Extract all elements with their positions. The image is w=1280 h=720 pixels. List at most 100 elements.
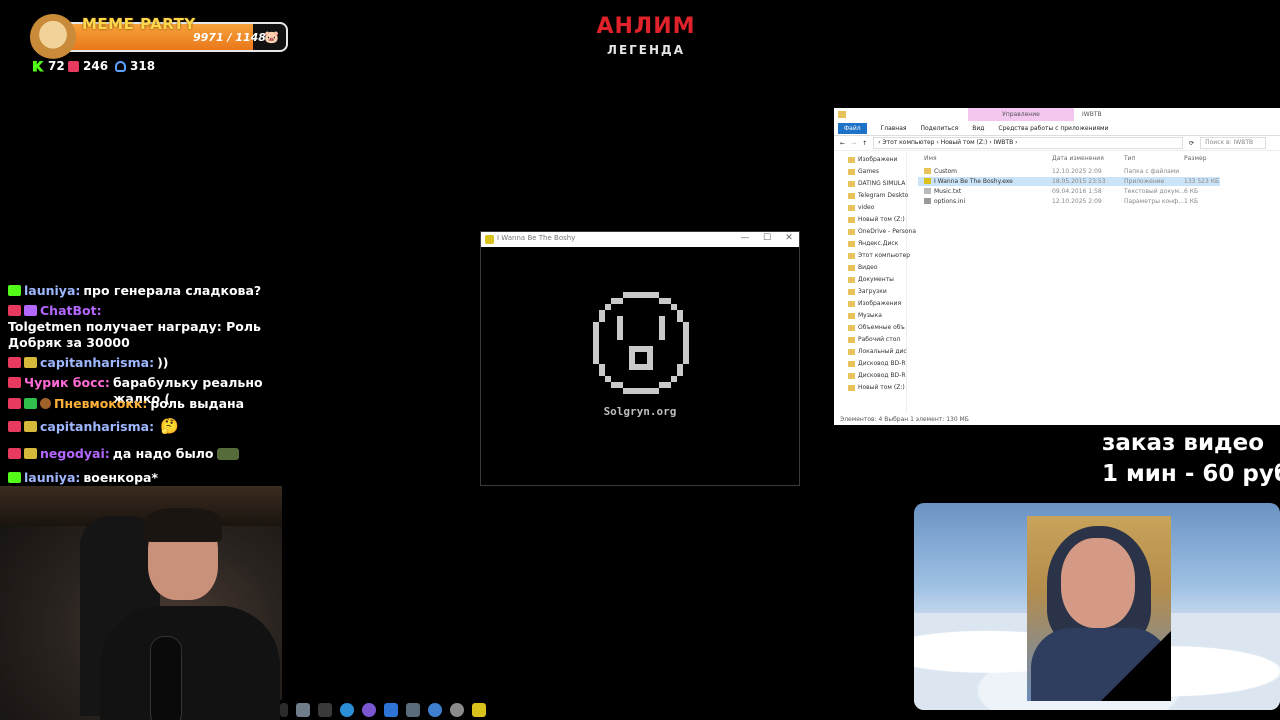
- emote-badge-icon: [24, 357, 37, 368]
- breadcrumb[interactable]: › Этот компьютер › Новый том (Z:) › IWBT…: [873, 137, 1184, 149]
- taskbar-app-icon[interactable]: [318, 703, 332, 717]
- nav-folder-icon: [848, 288, 855, 295]
- nav-item[interactable]: Telegram Deskto: [848, 192, 908, 199]
- manage-tab[interactable]: Управление: [968, 108, 1074, 121]
- nav-folder-icon: [848, 360, 855, 367]
- file-row[interactable]: Music.txt 09.04.2016 1:58 Текстовый докум.…: [918, 187, 1220, 196]
- nav-item[interactable]: Видео: [848, 264, 878, 271]
- column-type[interactable]: Тип: [1124, 155, 1136, 162]
- nav-item[interactable]: Дисковод BD-R: [848, 372, 906, 379]
- chat-username: negodyai:: [40, 446, 110, 461]
- meme-party-value: 9971 / 11488: [193, 31, 274, 44]
- portrait-photo: [1027, 516, 1171, 701]
- nav-item[interactable]: DATING SIMULA: [848, 180, 905, 187]
- chat-username: launiya:: [24, 470, 81, 485]
- nav-item[interactable]: Изображения: [848, 300, 901, 307]
- nav-item[interactable]: Загрузки: [848, 288, 887, 295]
- taskbar-browser-icon[interactable]: [428, 703, 442, 717]
- navigation-pane: Изображени Games DATING SIMULA Telegram Des…: [834, 152, 916, 413]
- taskbar-app2-icon[interactable]: [384, 703, 398, 717]
- ribbon-tab-file[interactable]: Файл: [838, 122, 867, 134]
- game-window[interactable]: I Wanna Be The Boshy — ☐ ✕ Solgryn.org: [480, 231, 800, 486]
- ribbon-tab-app-tools[interactable]: Средства работы с приложениями: [998, 125, 1108, 132]
- file-row[interactable]: options.ini 12.10.2025 2:09 Параметры конф…: [918, 197, 1220, 206]
- folder-icon: [838, 111, 846, 118]
- game-window-title: I Wanna Be The Boshy: [497, 234, 576, 242]
- refresh-icon[interactable]: ⟳: [1189, 140, 1194, 147]
- up-arrow-icon[interactable]: ↑: [862, 140, 867, 147]
- forward-arrow-icon[interactable]: →: [851, 140, 856, 147]
- ribbon-tab-view[interactable]: Вид: [972, 125, 984, 132]
- file-size: 1 КБ: [1184, 198, 1199, 205]
- nav-item[interactable]: Games: [848, 168, 879, 175]
- nav-item[interactable]: Яндекс.Диск: [848, 240, 898, 247]
- column-name[interactable]: Имя: [924, 155, 937, 162]
- chat-username: capitanharisma:: [40, 419, 155, 434]
- live-badge-icon: [8, 377, 21, 388]
- chat-text: да надо было: [112, 446, 214, 461]
- file-name: Music.txt: [934, 188, 962, 195]
- nav-item[interactable]: Новый том (Z:): [848, 384, 905, 391]
- kick-icon: [33, 60, 44, 72]
- taskbar-discord-icon[interactable]: [362, 703, 376, 717]
- column-size[interactable]: Размер: [1184, 155, 1207, 162]
- ribbon-tab-home[interactable]: Главная: [881, 125, 907, 132]
- search-input[interactable]: Поиск в: IWBTB: [1200, 137, 1267, 149]
- nav-folder-icon: [848, 372, 855, 379]
- nav-item-label: Этот компьютер: [858, 252, 911, 259]
- file-type: Приложение: [1124, 178, 1165, 185]
- live-badge-icon: [8, 421, 21, 432]
- chat-message: launiya: военкора*: [8, 470, 158, 486]
- file-type: Параметры конф...: [1124, 198, 1184, 205]
- taskbar-telegram-icon[interactable]: [340, 703, 354, 717]
- nav-item[interactable]: Рабочий стол: [848, 336, 900, 343]
- nav-item[interactable]: Объемные объ: [848, 324, 905, 331]
- chat-message: Tolgetmen получает награду: Роль Добряк …: [8, 319, 278, 351]
- maximize-button[interactable]: ☐: [759, 233, 775, 243]
- ribbon-tab-share[interactable]: Поделиться: [921, 125, 959, 132]
- close-button[interactable]: ✕: [781, 233, 797, 243]
- chat-text: )): [157, 355, 169, 370]
- game-caption: Solgryn.org: [603, 405, 677, 418]
- nav-item-label: Telegram Deskto: [858, 192, 909, 199]
- doge-icon: [30, 14, 76, 60]
- streamer-webcam: [0, 486, 282, 720]
- taskbar-boshy-icon[interactable]: [472, 703, 486, 717]
- kick-viewer-count: 72: [33, 59, 65, 73]
- explorer-address-row: ← → ↑ › Этот компьютер › Новый том (Z:) …: [834, 136, 1280, 151]
- video-order-ad-line1: заказ видео: [1102, 430, 1265, 456]
- nav-item[interactable]: video: [848, 204, 874, 211]
- file-row[interactable]: I Wanna Be The Boshy.exe 18.05.2015 23:53…: [918, 177, 1220, 186]
- game-titlebar[interactable]: I Wanna Be The Boshy — ☐ ✕: [481, 232, 799, 247]
- explorer-titlebar[interactable]: Управление IWBTB: [834, 108, 1280, 121]
- nav-item-label: Объемные объ: [858, 324, 905, 331]
- file-explorer-window[interactable]: Управление IWBTB Файл Главная Поделиться…: [834, 108, 1280, 425]
- taskbar-app4-icon[interactable]: [450, 703, 464, 717]
- nav-item-label: Локальный дис: [858, 348, 907, 355]
- video-order-ad-line2: 1 мин - 60 руб: [1102, 461, 1280, 487]
- nav-item[interactable]: Локальный дис: [848, 348, 907, 355]
- minimize-button[interactable]: —: [737, 233, 753, 243]
- taskbar-explorer-icon[interactable]: [296, 703, 310, 717]
- file-size: 133 523 КБ: [1184, 178, 1220, 185]
- nav-item[interactable]: Этот компьютер: [848, 252, 910, 259]
- nav-folder-icon: [848, 276, 855, 283]
- taskbar-start-icon[interactable]: [280, 703, 288, 717]
- taskbar-app3-icon[interactable]: [406, 703, 420, 717]
- nav-item[interactable]: Дисковод BD-R: [848, 360, 906, 367]
- nav-item[interactable]: Музыка: [848, 312, 882, 319]
- pixel-logo-icon: [593, 292, 689, 394]
- file-row[interactable]: Custom 12.10.2025 2:09 Папка с файлами: [918, 167, 1220, 176]
- chat-message: Пневмококк: роль выдана: [8, 396, 244, 412]
- file-date: 12.10.2025 2:09: [1052, 168, 1102, 175]
- nav-item[interactable]: Документы: [848, 276, 894, 283]
- nav-item-label: Рабочий стол: [858, 336, 901, 343]
- nav-item[interactable]: Изображени: [848, 156, 897, 163]
- nav-item[interactable]: OneDrive - Persona: [848, 228, 916, 235]
- nav-item-label: Видео: [858, 264, 878, 271]
- back-arrow-icon[interactable]: ←: [840, 140, 845, 147]
- chat-message: negodyai: да надо было: [8, 446, 239, 462]
- nav-folder-icon: [848, 336, 855, 343]
- nav-item[interactable]: Новый том (Z:): [848, 216, 905, 223]
- column-date[interactable]: Дата изменения: [1052, 155, 1104, 162]
